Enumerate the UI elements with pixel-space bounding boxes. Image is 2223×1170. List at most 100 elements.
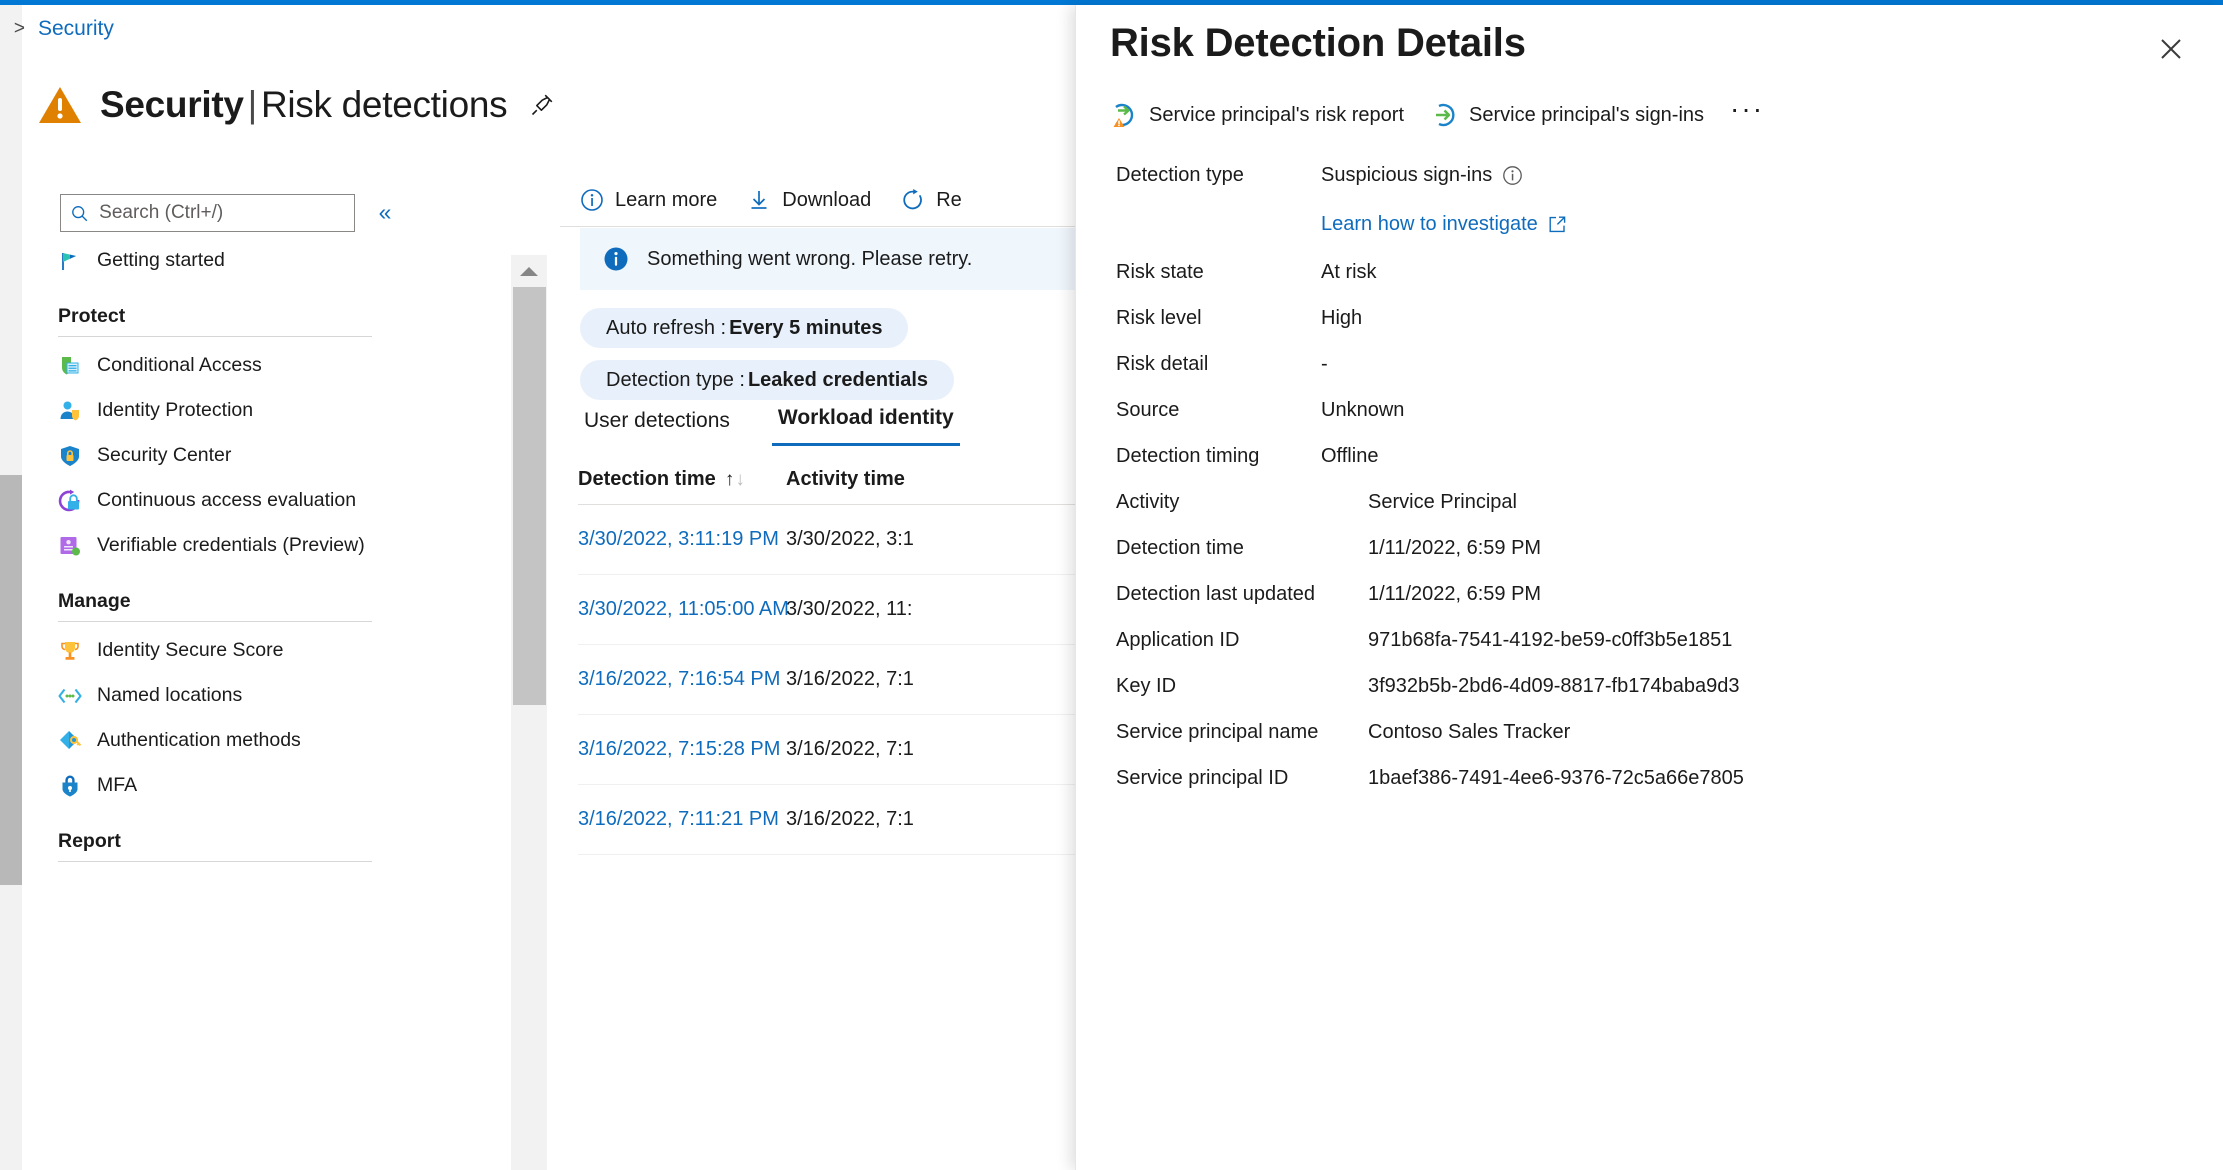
property-value: 3f932b5b-2bd6-4d09-8817-fb174baba9d3 <box>1368 675 1740 697</box>
property-label: Risk detail <box>1116 353 1209 375</box>
risk-detection-details-panel: Risk Detection Details Service principal… <box>1075 5 2223 1170</box>
column-header-label: Activity time <box>786 468 905 490</box>
property-label: Service principal name <box>1116 721 1319 743</box>
cell-activity-time: 3/16/2022, 7:1 <box>786 808 914 830</box>
property-row-application-id: Application ID 971b68fa-7541-4192-be59-c… <box>1116 618 2206 664</box>
info-circle-icon[interactable] <box>1502 165 1523 186</box>
sidebar-group-divider <box>58 621 372 622</box>
error-banner-message: Something went wrong. Please retry. <box>647 247 973 270</box>
sidebar-item-mfa[interactable]: MFA <box>38 763 378 808</box>
tab-workload-identity[interactable]: Workload identity <box>771 406 960 446</box>
sidebar-item-label: Conditional Access <box>97 354 262 376</box>
panel-command-label: Service principal's risk report <box>1149 103 1405 126</box>
search-input[interactable] <box>97 201 344 225</box>
verifiable-credentials-icon <box>60 536 80 555</box>
breadcrumb-item-1[interactable]: Security <box>38 17 114 41</box>
property-label: Detection last updated <box>1116 583 1316 605</box>
page-scrollbar-track[interactable] <box>0 5 22 1170</box>
sidebar-item-verifiable-credentials[interactable]: Verifiable credentials (Preview) <box>38 523 378 568</box>
page-scrollbar-thumb[interactable] <box>0 475 22 885</box>
sidebar-item-identity-protection[interactable]: Identity Protection <box>38 388 378 433</box>
sidebar-scroll-up-button[interactable] <box>511 255 547 287</box>
sidebar-group-manage-title: Manage <box>58 590 131 612</box>
sidebar-item-identity-secure-score[interactable]: Identity Secure Score <box>38 628 378 673</box>
refresh-button[interactable]: Re <box>901 188 962 212</box>
identity-protection-icon <box>60 401 79 420</box>
sort-arrows-icon[interactable]: ↑ ↓ <box>725 469 745 491</box>
cell-detection-time[interactable]: 3/16/2022, 7:15:28 PM <box>578 738 786 761</box>
panel-more-button[interactable]: ··· <box>1730 95 1764 125</box>
cell-detection-time[interactable]: 3/16/2022, 7:11:21 PM <box>578 808 786 831</box>
close-icon[interactable] <box>2149 27 2193 71</box>
table-row[interactable]: 3/30/2022, 3:11:19 PM 3/30/2022, 3:1 <box>578 505 1080 575</box>
warning-triangle-icon <box>39 87 81 123</box>
property-row-source: Source Unknown <box>1116 388 2206 434</box>
command-bar: Learn more Download Re <box>580 188 962 212</box>
property-row-detection-time: Detection time 1/11/2022, 6:59 PM <box>1116 526 2206 572</box>
sidebar-scrollbar-thumb[interactable] <box>513 287 546 705</box>
download-button[interactable]: Download <box>747 188 871 212</box>
filter-pill-auto-refresh[interactable]: Auto refresh : Every 5 minutes <box>580 308 909 348</box>
property-label: Detection time <box>1116 537 1244 559</box>
service-principal-risk-report-button[interactable]: Service principal's risk report <box>1110 101 1404 129</box>
sidebar-item-label: Continuous access evaluation <box>97 489 357 511</box>
column-header-activity-time[interactable]: Activity time <box>786 468 1016 491</box>
filter-pill-detection-type[interactable]: Detection type : Leaked credentials <box>580 360 955 400</box>
table-row[interactable]: 3/30/2022, 11:05:00 AM 3/30/2022, 11: <box>578 575 1080 645</box>
breadcrumb-item-0[interactable]: rove <box>0 17 1 41</box>
info-filled-icon <box>604 247 628 271</box>
security-center-icon <box>61 445 79 466</box>
sidebar-item-conditional-access[interactable]: Conditional Access <box>38 343 378 388</box>
column-header-detection-time[interactable]: Detection time ↑ ↓ <box>578 468 786 491</box>
sidebar-nav-list: Getting started Protect Conditional Acce… <box>38 238 378 868</box>
property-row-detection-last-updated: Detection last updated 1/11/2022, 6:59 P… <box>1116 572 2206 618</box>
cell-activity-time: 3/16/2022, 7:1 <box>786 738 914 760</box>
app-root: rove > Security Security|Risk detections… <box>0 0 2223 1170</box>
sidebar-item-security-center[interactable]: Security Center <box>38 433 378 478</box>
property-value: 1/11/2022, 6:59 PM <box>1368 583 1542 605</box>
collapse-sidebar-button[interactable]: « <box>370 196 400 228</box>
flag-icon <box>62 252 76 270</box>
search-box[interactable] <box>60 194 355 232</box>
left-navigation-pane: Security|Risk detections ··· « <box>22 56 610 1170</box>
external-link-icon <box>1549 216 1566 233</box>
pin-icon[interactable] <box>525 88 559 122</box>
sidebar-item-label: Named locations <box>97 684 243 706</box>
property-value: 1baef386-7491-4ee6-9376-72c5a66e7805 <box>1368 767 1744 789</box>
service-principal-signins-button[interactable]: Service principal's sign-ins <box>1430 101 1704 129</box>
sidebar-item-authentication-methods[interactable]: Authentication methods <box>38 718 378 763</box>
page-title-main: Security <box>100 84 244 125</box>
learn-more-button[interactable]: Learn more <box>580 188 717 212</box>
tab-user-detections[interactable]: User detections <box>578 409 736 446</box>
table-header: Detection time ↑ ↓ Activity time <box>578 468 1016 491</box>
cell-activity-time: 3/16/2022, 7:1 <box>786 668 914 690</box>
refresh-label: Re <box>936 188 962 211</box>
main-content-pane: Learn more Download Re Something went wr… <box>560 56 1080 1170</box>
continuous-access-icon <box>58 489 80 511</box>
property-value: Unknown <box>1321 399 1405 421</box>
cell-detection-time[interactable]: 3/16/2022, 7:16:54 PM <box>578 668 786 691</box>
filter-pill-label: Auto refresh : <box>606 316 727 339</box>
table-row[interactable]: 3/16/2022, 7:11:21 PM 3/16/2022, 7:1 <box>578 785 1080 855</box>
sidebar-item-label: Getting started <box>97 249 225 271</box>
property-row-key-id: Key ID 3f932b5b-2bd6-4d09-8817-fb174baba… <box>1116 664 2206 710</box>
sidebar-group-divider <box>58 861 372 862</box>
cell-detection-time[interactable]: 3/30/2022, 11:05:00 AM <box>578 598 789 621</box>
table-row[interactable]: 3/16/2022, 7:15:28 PM 3/16/2022, 7:1 <box>578 715 1080 785</box>
sidebar-item-continuous-access-evaluation[interactable]: Continuous access evaluation <box>38 478 378 523</box>
sidebar-item-label: Security Center <box>97 444 232 466</box>
search-icon <box>72 205 88 221</box>
learn-how-to-investigate-link[interactable]: Learn how to investigate <box>1321 199 1567 236</box>
learn-more-label: Learn more <box>615 188 718 211</box>
sidebar-group-protect-title: Protect <box>58 305 126 327</box>
download-label: Download <box>782 188 872 211</box>
breadcrumb-separator: > <box>13 18 25 39</box>
property-label: Source <box>1116 399 1180 421</box>
investigate-link-row: Learn how to investigate <box>1116 199 2206 236</box>
property-row-detection-timing: Detection timing Offline <box>1116 434 2206 480</box>
table-row[interactable]: 3/16/2022, 7:16:54 PM 3/16/2022, 7:1 <box>578 645 1080 715</box>
sidebar-item-getting-started[interactable]: Getting started <box>38 238 378 283</box>
sidebar-item-named-locations[interactable]: Named locations <box>38 673 378 718</box>
cell-detection-time[interactable]: 3/30/2022, 3:11:19 PM <box>578 528 786 551</box>
column-header-label: Detection time <box>578 468 716 490</box>
